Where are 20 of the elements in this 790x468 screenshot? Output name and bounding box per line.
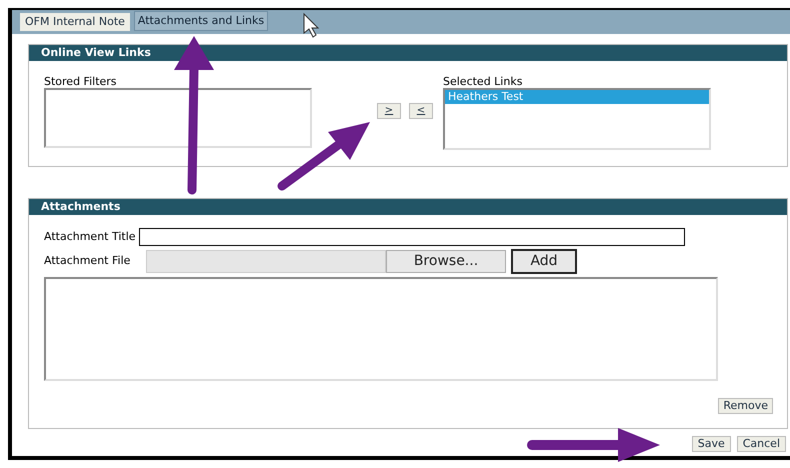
move-button[interactable]: < xyxy=(409,103,433,119)
tab[interactable]: OFM Internal Note xyxy=(20,12,130,31)
file-path-field[interactable] xyxy=(146,250,386,273)
attachment-list-box[interactable] xyxy=(44,277,718,381)
list-box[interactable] xyxy=(44,88,312,148)
browse-button[interactable]: Browse... xyxy=(386,250,506,273)
field-label: Attachment File xyxy=(44,253,132,270)
input-field[interactable] xyxy=(138,228,685,246)
mouse-pointer-icon xyxy=(304,12,320,38)
tab[interactable]: Attachments and Links xyxy=(134,10,268,31)
section-header: Online View Links xyxy=(29,45,787,61)
action-button[interactable]: Save xyxy=(692,436,731,452)
field-label: Stored Filters xyxy=(44,75,118,88)
action-button[interactable]: Cancel xyxy=(736,436,786,452)
section-header: Attachments xyxy=(29,199,787,215)
move-button[interactable]: > xyxy=(377,103,401,119)
add-button[interactable]: Add xyxy=(511,249,577,274)
field-label: Attachment Title xyxy=(44,228,136,245)
remove-button[interactable]: Remove xyxy=(718,398,773,414)
field-label: Selected Links xyxy=(443,75,524,88)
